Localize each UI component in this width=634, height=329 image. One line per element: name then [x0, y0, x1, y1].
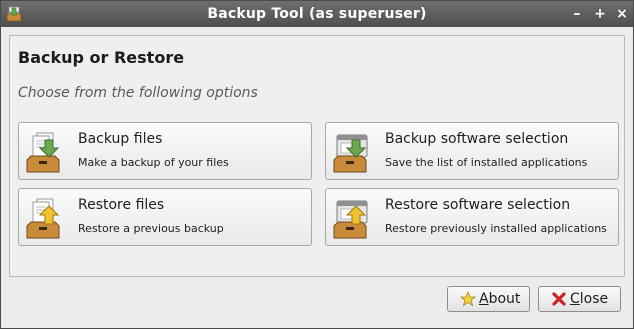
restore-files-button[interactable]: Restore files Restore a previous backup	[18, 188, 312, 246]
star-icon	[460, 291, 476, 307]
restore-software-icon	[333, 200, 368, 239]
window-title: Backup Tool (as superuser)	[207, 6, 427, 22]
close-window-button[interactable]: ×	[612, 4, 632, 24]
about-button[interactable]: About	[447, 286, 530, 312]
option-title: Restore software selection	[385, 197, 571, 213]
backup-software-selection-button[interactable]: Backup software selection Save the list …	[325, 122, 619, 180]
option-description: Make a backup of your files	[78, 156, 229, 169]
maximize-button[interactable]: +	[590, 4, 610, 24]
about-button-label: About	[479, 291, 520, 307]
restore-software-selection-button[interactable]: Restore software selection Restore previ…	[325, 188, 619, 246]
page-subtitle: Choose from the following options	[18, 85, 258, 101]
close-mnemonic: C	[570, 291, 580, 307]
close-button[interactable]: Close	[538, 286, 621, 312]
restore-files-icon	[26, 198, 60, 239]
close-button-label: Close	[570, 291, 608, 307]
options-panel: Backup or Restore Choose from the follow…	[9, 35, 625, 277]
backup-tool-window: Backup Tool (as superuser) – + × Backup …	[0, 0, 634, 329]
backup-files-button[interactable]: Backup files Make a backup of your files	[18, 122, 312, 180]
option-title: Backup software selection	[385, 131, 569, 147]
backup-files-icon	[26, 132, 60, 173]
option-title: Restore files	[78, 197, 165, 213]
title-bar[interactable]: Backup Tool (as superuser) – + ×	[1, 1, 633, 27]
option-description: Restore a previous backup	[78, 222, 224, 235]
option-description: Restore previously installed application…	[385, 222, 607, 235]
red-x-icon	[552, 292, 566, 306]
about-mnemonic: A	[479, 291, 489, 307]
close-label-rest: lose	[579, 291, 609, 307]
option-description: Save the list of installed applications	[385, 156, 588, 169]
page-title: Backup or Restore	[18, 48, 185, 67]
minimize-button[interactable]: –	[567, 4, 587, 24]
backup-software-icon	[333, 134, 368, 173]
option-title: Backup files	[78, 131, 163, 147]
about-label-rest: bout	[488, 291, 521, 307]
